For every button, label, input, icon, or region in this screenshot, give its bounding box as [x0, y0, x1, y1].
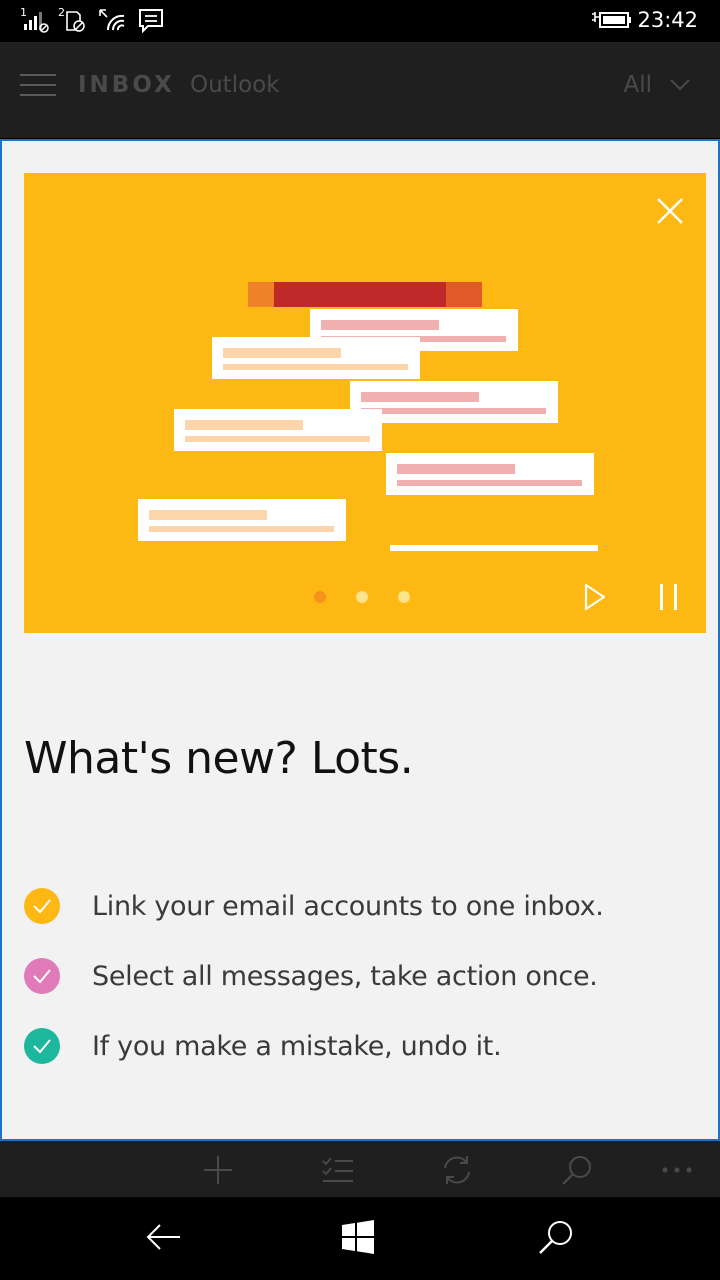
inbox-illustration	[138, 282, 598, 551]
wifi-icon	[98, 6, 128, 38]
navigation-bar	[0, 1197, 720, 1280]
feature-list: Link your email accounts to one inbox. S…	[24, 871, 604, 1081]
list-item: Select all messages, take action once.	[24, 941, 604, 1011]
app-header: INBOX Outlook All	[0, 42, 720, 138]
play-button[interactable]	[580, 581, 610, 613]
filter-label: All	[623, 72, 652, 98]
status-bar: 1 2 23:42	[0, 0, 720, 42]
chevron-down-icon	[670, 79, 690, 91]
feature-text: If you make a mistake, undo it.	[92, 1030, 502, 1062]
filter-dropdown[interactable]: All	[623, 72, 690, 98]
carousel-dot[interactable]	[356, 591, 368, 603]
select-icon[interactable]	[321, 1153, 355, 1187]
search-icon[interactable]	[536, 1217, 576, 1257]
carousel-dot-active[interactable]	[314, 591, 326, 603]
close-button[interactable]	[652, 193, 688, 229]
signal-icon: 1	[20, 6, 50, 38]
feature-text: Link your email accounts to one inbox.	[92, 890, 604, 922]
list-item: If you make a mistake, undo it.	[24, 1011, 604, 1081]
battery-charging-icon	[590, 10, 632, 36]
sync-icon[interactable]	[440, 1153, 474, 1187]
sim1-label: 1	[20, 6, 27, 19]
sim2-label: 2	[58, 6, 65, 19]
checkmark-icon	[24, 1028, 60, 1064]
message-icon	[138, 6, 166, 38]
hamburger-menu-icon[interactable]	[20, 74, 56, 96]
play-icon	[584, 583, 606, 611]
search-icon[interactable]	[560, 1153, 594, 1187]
clock: 23:42	[637, 8, 698, 32]
more-icon[interactable]	[660, 1153, 694, 1187]
pause-button[interactable]	[654, 581, 684, 613]
close-icon	[657, 198, 683, 224]
checkmark-icon	[24, 958, 60, 994]
checkmark-icon	[24, 888, 60, 924]
page-title: INBOX	[78, 72, 175, 98]
carousel-indicator	[314, 591, 410, 603]
pause-icon	[660, 584, 677, 610]
app-bar	[0, 1141, 720, 1197]
list-item: Link your email accounts to one inbox.	[24, 871, 604, 941]
whats-new-dialog: What's new? Lots. Link your email accoun…	[0, 139, 720, 1141]
carousel-hero	[24, 173, 706, 633]
account-name: Outlook	[190, 72, 280, 98]
dialog-headline: What's new? Lots.	[24, 733, 414, 784]
carousel-dot[interactable]	[398, 591, 410, 603]
back-icon[interactable]	[144, 1217, 184, 1257]
sim2-no-service-icon: 2	[58, 6, 88, 38]
feature-text: Select all messages, take action once.	[92, 960, 598, 992]
windows-icon[interactable]	[338, 1217, 378, 1257]
add-icon[interactable]	[201, 1153, 235, 1187]
